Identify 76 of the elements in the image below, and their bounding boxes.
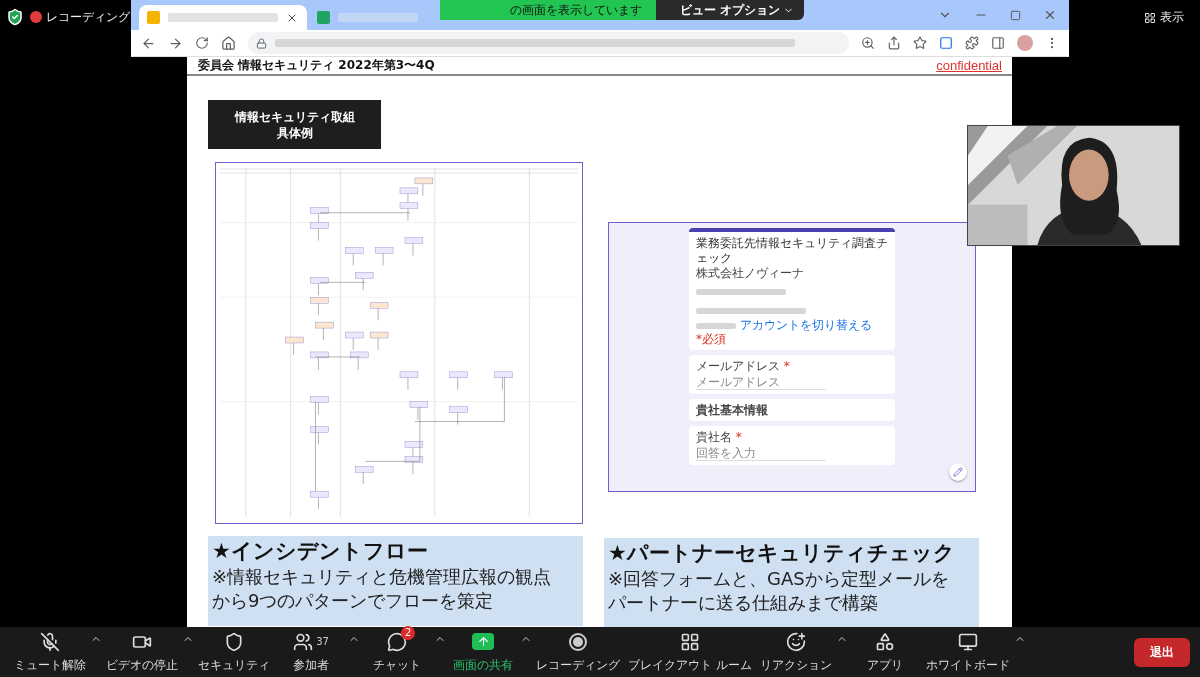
- puzzle-icon[interactable]: [965, 36, 979, 50]
- smiley-plus-icon: [785, 631, 806, 652]
- people-icon: [293, 631, 314, 652]
- toolbar-label: レコーディング: [536, 656, 620, 674]
- caption-text: から9つのパターンでフローを策定: [212, 589, 495, 613]
- toolbar-button[interactable]: 37 参加者: [274, 628, 348, 676]
- caption-text: ※情報セキュリティと危機管理広報の観点: [212, 565, 553, 589]
- chat-bubble-icon: [387, 631, 407, 652]
- toolbar-label: ブレイクアウト ルーム: [628, 656, 752, 674]
- toolbar-button[interactable]: レコーディング: [532, 628, 624, 676]
- toolbar-button[interactable]: ビデオの停止: [102, 628, 182, 676]
- toolbar-label: ビデオの停止: [106, 656, 178, 674]
- form-title: 業務委託先情報セキュリティ調査チェック: [696, 236, 888, 266]
- whiteboard-icon: [957, 631, 978, 652]
- side-panel-icon[interactable]: [991, 36, 1005, 50]
- grid-icon: [679, 631, 700, 652]
- star-icon[interactable]: [913, 36, 927, 50]
- toolbar-button[interactable]: ブレイクアウト ルーム: [624, 628, 756, 676]
- answer-field[interactable]: メールアドレス: [696, 375, 826, 390]
- shield-icon: [224, 631, 244, 652]
- recording-label[interactable]: レコーディング: [46, 8, 130, 26]
- caption-title: ★パートナーセキュリティチェック: [608, 540, 956, 567]
- confidential-label: confidential: [936, 58, 1002, 73]
- section-title: 貴社基本情報: [696, 403, 769, 417]
- toolbar-label: ミュート解除: [14, 656, 86, 674]
- document-icon: [317, 11, 330, 24]
- title-text: 情報セキュリティ取組: [234, 108, 355, 125]
- back-icon[interactable]: [141, 35, 156, 51]
- question-label: メールアドレス *: [696, 359, 791, 373]
- leave-button[interactable]: 退出: [1134, 637, 1190, 667]
- grid-icon: [1144, 11, 1156, 24]
- share-icon[interactable]: [887, 36, 901, 50]
- pencil-icon: [953, 467, 963, 477]
- extension-icon[interactable]: [939, 36, 953, 50]
- caption-text: ※回答フォームと、GASから定型メールを: [608, 567, 950, 591]
- toolbar-label: アプリ: [866, 656, 903, 674]
- question-label: 貴社名 *: [696, 430, 743, 444]
- close-icon[interactable]: [1043, 8, 1057, 22]
- microphone-muted-icon: [40, 631, 60, 652]
- apps-icon: [874, 631, 895, 652]
- record-icon: [569, 632, 587, 651]
- title-text: 具体例: [276, 124, 313, 141]
- toolbar-button[interactable]: ミュート解除: [10, 628, 90, 676]
- caption-text: パートナーに送る仕組みまで構築: [608, 591, 879, 615]
- view-options-button[interactable]: ビュー オプション: [656, 0, 805, 20]
- answer-field[interactable]: 回答を入力: [696, 446, 826, 461]
- toolbar-button[interactable]: アプリ: [847, 628, 922, 676]
- slide-header-title: 委員会 情報セキュリティ 2022年第3〜4Q: [198, 57, 435, 74]
- form-organization: 株式会社ノヴィーナ: [696, 266, 805, 280]
- toolbar-label: リアクション: [759, 656, 832, 674]
- toolbar-label: チャット: [373, 656, 421, 674]
- caption-title: ★インシデントフロー: [212, 538, 429, 565]
- forward-icon[interactable]: [168, 35, 183, 51]
- toolbar-button[interactable]: 2 チャット: [360, 628, 434, 676]
- maximize-icon[interactable]: [1010, 9, 1021, 21]
- toolbar-label: 画面の共有: [453, 656, 513, 674]
- share-screen-icon: [472, 633, 494, 650]
- toolbar-button[interactable]: 画面の共有: [446, 628, 520, 676]
- zoom-icon[interactable]: [861, 36, 875, 50]
- toolbar-label: セキュリティ: [198, 656, 270, 674]
- home-icon[interactable]: [221, 35, 236, 51]
- view-button[interactable]: 表示: [1138, 8, 1190, 27]
- profile-avatar[interactable]: [1017, 35, 1033, 51]
- participant-count: 37: [316, 636, 329, 647]
- toolbar-label: 参加者: [293, 656, 329, 674]
- document-icon: [147, 11, 160, 24]
- shield-check-icon[interactable]: [6, 8, 24, 26]
- toolbar-label: ホワイトボード: [925, 656, 1010, 674]
- edit-button[interactable]: [949, 463, 967, 481]
- toolbar-button[interactable]: ホワイトボード: [921, 628, 1014, 676]
- toolbar-button[interactable]: セキュリティ: [194, 628, 274, 676]
- reload-icon[interactable]: [195, 36, 209, 50]
- share-banner: の画面を表示しています: [440, 0, 656, 20]
- switch-account-link[interactable]: アカウントを切り替える: [696, 318, 888, 332]
- required-note: *必須: [696, 332, 727, 346]
- toolbar-button[interactable]: リアクション: [755, 628, 836, 676]
